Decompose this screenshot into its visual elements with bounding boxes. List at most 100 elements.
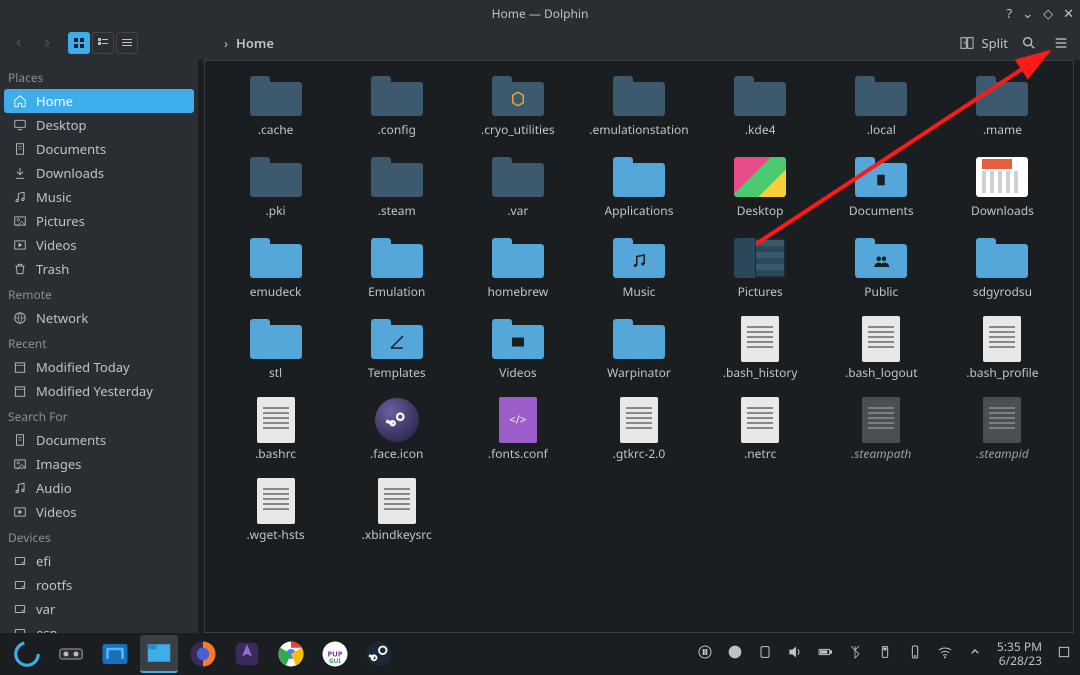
sidebar-item-label: rootfs [36,576,72,594]
sidebar-item-pictures[interactable]: Pictures [4,209,194,233]
steam-tray-icon[interactable] [727,644,743,664]
file-label: Emulation [368,283,425,300]
sidebar-item-var[interactable]: var [4,597,194,621]
sidebar-item-esp[interactable]: esp [4,621,194,633]
file-item[interactable]: .steam [340,156,453,219]
file-item[interactable]: .fonts.conf [461,399,574,462]
usb-icon[interactable] [877,644,893,664]
file-item[interactable]: .cryo_utilities [461,75,574,138]
protonup-app-icon[interactable]: PUPGUI [316,635,354,673]
network-icon [12,310,28,326]
file-item[interactable]: .xbindkeysrc [340,480,453,543]
help-icon[interactable]: ? [1007,4,1013,22]
downloads-icon [12,165,28,181]
file-item[interactable]: sdgyrodsu [946,237,1059,300]
sidebar-item-modified-today[interactable]: Modified Today [4,355,194,379]
sidebar-item-music[interactable]: Music [4,185,194,209]
file-item[interactable]: .local [825,75,938,138]
app-launcher-icon[interactable] [8,635,46,673]
file-item[interactable]: .steampid [946,399,1059,462]
discover-app-icon[interactable] [96,635,134,673]
file-item[interactable]: stl [219,318,332,381]
forward-button[interactable] [36,32,58,54]
minimize-icon[interactable]: ⌄ [1022,4,1033,22]
sidebar-item-trash[interactable]: Trash [4,257,194,281]
sidebar-item-home[interactable]: Home [4,89,194,113]
split-button[interactable]: + Split [959,34,1008,52]
clipboard-icon[interactable] [757,644,773,664]
dolphin-app-icon[interactable] [140,635,178,673]
file-item[interactable]: Pictures [704,237,817,300]
heroic-app-icon[interactable] [228,635,266,673]
bluetooth-icon[interactable] [847,644,863,664]
firefox-app-icon[interactable] [184,635,222,673]
sidebar-item-videos[interactable]: Videos [4,500,194,524]
file-label: Desktop [737,202,784,219]
steam-app-icon[interactable] [360,635,398,673]
sidebar-item-documents[interactable]: Documents [4,137,194,161]
file-item[interactable]: .bash_logout [825,318,938,381]
hamburger-menu-button[interactable] [1050,32,1072,54]
icons-view-button[interactable] [68,32,90,54]
file-item[interactable]: Warpinator [582,318,695,381]
settings-app-icon[interactable] [52,635,90,673]
file-view[interactable]: .cache.config.cryo_utilities.emulationst… [204,60,1074,633]
file-item[interactable]: .kde4 [704,75,817,138]
volume-icon[interactable] [787,644,803,664]
details-view-button[interactable] [116,32,138,54]
file-label: Warpinator [607,364,671,381]
sidebar-item-videos[interactable]: Videos [4,233,194,257]
file-item[interactable]: Templates [340,318,453,381]
wifi-icon[interactable] [937,644,953,664]
file-item[interactable]: .face.icon [340,399,453,462]
breadcrumb-home[interactable]: Home [236,34,274,52]
file-item[interactable]: Emulation [340,237,453,300]
sidebar-item-rootfs[interactable]: rootfs [4,573,194,597]
file-item[interactable]: .emulationstation [582,75,695,138]
maximize-icon[interactable]: ◇ [1043,4,1053,22]
file-item[interactable]: Downloads [946,156,1059,219]
file-item[interactable]: .pki [219,156,332,219]
file-item[interactable]: .var [461,156,574,219]
file-item[interactable]: .wget-hsts [219,480,332,543]
file-item[interactable]: emudeck [219,237,332,300]
compact-view-button[interactable] [92,32,114,54]
file-item[interactable]: Desktop [704,156,817,219]
show-desktop-icon[interactable] [1056,644,1072,664]
file-item[interactable]: .mame [946,75,1059,138]
battery-icon[interactable] [817,644,833,664]
chevron-up-icon[interactable] [967,644,983,664]
file-item[interactable]: .gtkrc-2.0 [582,399,695,462]
chrome-app-icon[interactable] [272,635,310,673]
file-item[interactable]: .bash_profile [946,318,1059,381]
file-item[interactable]: .steampath [825,399,938,462]
media-pause-icon[interactable] [697,644,713,664]
back-button[interactable] [8,32,30,54]
file-item[interactable]: homebrew [461,237,574,300]
search-button[interactable] [1018,32,1040,54]
clock[interactable]: 5:35 PM 6/28/23 [997,640,1042,669]
file-item[interactable]: Documents [825,156,938,219]
file-item[interactable]: .cache [219,75,332,138]
file-item[interactable]: Videos [461,318,574,381]
file-item[interactable]: Public [825,237,938,300]
sidebar-item-modified-yesterday[interactable]: Modified Yesterday [4,379,194,403]
music-icon [12,480,28,496]
sidebar-item-network[interactable]: Network [4,306,194,330]
file-item[interactable]: .bashrc [219,399,332,462]
file-item[interactable]: Music [582,237,695,300]
file-item[interactable]: .bash_history [704,318,817,381]
sidebar-item-images[interactable]: Images [4,452,194,476]
breadcrumb[interactable]: › Home [224,34,274,52]
file-item[interactable]: .netrc [704,399,817,462]
sidebar-item-audio[interactable]: Audio [4,476,194,500]
sidebar-item-documents[interactable]: Documents [4,428,194,452]
sidebar-item-efi[interactable]: efi [4,549,194,573]
sidebar-item-downloads[interactable]: Downloads [4,161,194,185]
phone-icon[interactable] [907,644,923,664]
calendar-icon [12,383,28,399]
sidebar-item-desktop[interactable]: Desktop [4,113,194,137]
close-icon[interactable]: ✕ [1063,4,1074,22]
file-item[interactable]: Applications [582,156,695,219]
file-item[interactable]: .config [340,75,453,138]
